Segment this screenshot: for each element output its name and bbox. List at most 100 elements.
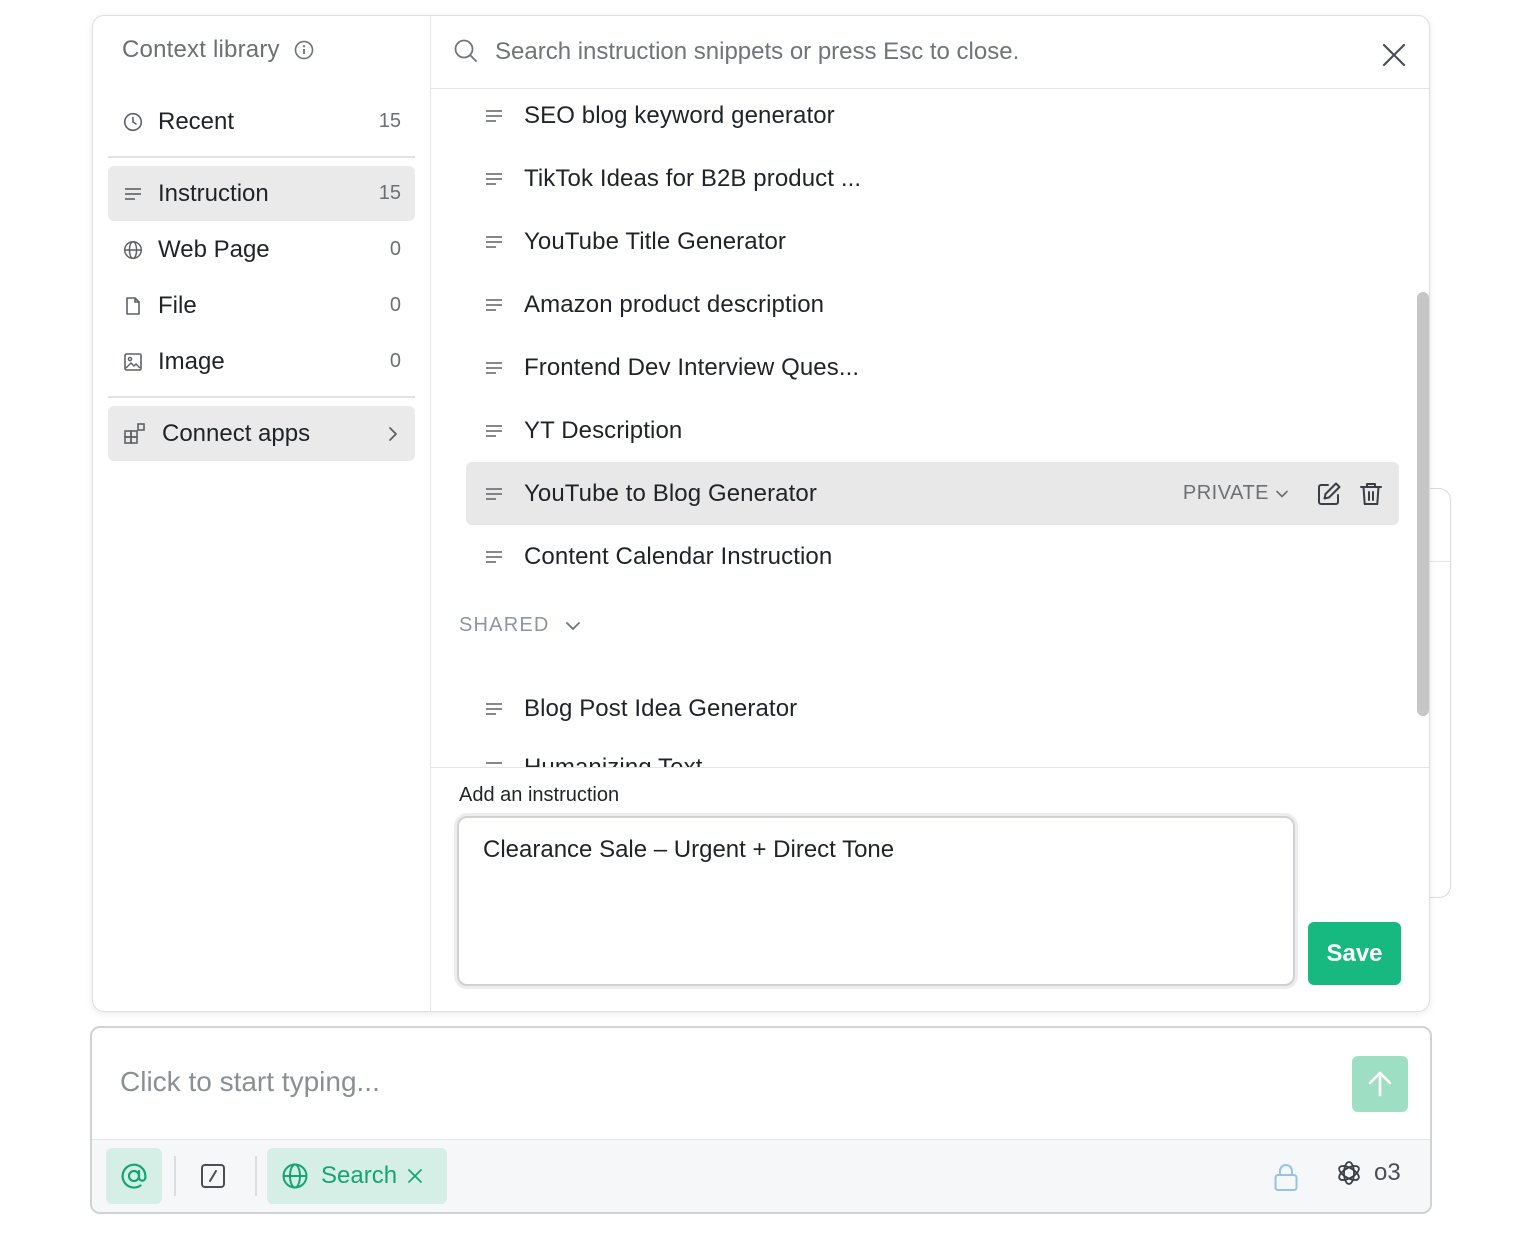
file-icon xyxy=(122,295,144,317)
model-selector[interactable]: o3 xyxy=(1334,1158,1401,1188)
list-item[interactable]: Frontend Dev Interview Ques... xyxy=(466,336,1399,399)
toolbar-divider xyxy=(174,1156,176,1196)
connect-apps-button[interactable]: Connect apps xyxy=(108,406,415,461)
instruction-list: SEO blog keyword generator TikTok Ideas … xyxy=(431,88,1429,767)
list-item-label: YouTube to Blog Generator xyxy=(524,479,817,507)
sidebar-item-count: 0 xyxy=(389,294,401,316)
instruction-panel: SEO blog keyword generator TikTok Ideas … xyxy=(431,16,1429,1011)
context-library-popup: Context library Recent 15 Instruction 15 xyxy=(92,15,1430,1012)
chat-composer: Click to start typing... Search o3 xyxy=(90,1026,1432,1214)
chevron-down-icon xyxy=(564,617,582,635)
lines-icon xyxy=(484,758,504,767)
search-chip-label: Search xyxy=(321,1162,398,1189)
sidebar-item-count: 0 xyxy=(389,238,401,260)
list-item-label: Humanizing Text xyxy=(524,753,703,768)
shared-section-label: SHARED xyxy=(459,614,550,636)
sidebar-item-image[interactable]: Image 0 xyxy=(108,334,415,389)
visibility-dropdown[interactable]: PRIVATE xyxy=(1183,482,1289,505)
list-item[interactable]: YouTube Title Generator xyxy=(466,210,1399,273)
at-icon xyxy=(119,1161,149,1191)
slash-command-icon[interactable] xyxy=(198,1161,228,1191)
list-item[interactable]: Content Calendar Instruction xyxy=(466,525,1399,588)
lines-icon xyxy=(484,484,504,504)
list-item[interactable]: SEO blog keyword generator xyxy=(466,88,1399,147)
lines-icon xyxy=(484,106,504,126)
sidebar: Context library Recent 15 Instruction 15 xyxy=(93,16,431,1011)
list-item-hovered[interactable]: YouTube to Blog Generator PRIVATE xyxy=(466,462,1399,525)
close-icon[interactable] xyxy=(407,1168,423,1184)
list-item[interactable]: YT Description xyxy=(466,399,1399,462)
save-button[interactable]: Save xyxy=(1308,922,1401,985)
list-item[interactable]: Amazon product description xyxy=(466,273,1399,336)
scrollbar[interactable] xyxy=(1415,292,1429,716)
sidebar-divider xyxy=(108,396,415,398)
sidebar-title-text: Context library xyxy=(122,36,280,63)
sidebar-title: Context library xyxy=(122,36,314,64)
scrollbar-thumb[interactable] xyxy=(1417,292,1429,716)
lines-icon xyxy=(122,183,144,205)
chevron-down-icon xyxy=(1275,487,1289,501)
lines-icon xyxy=(484,358,504,378)
visibility-label: PRIVATE xyxy=(1182,482,1269,504)
search-input[interactable] xyxy=(495,34,1275,70)
composer-toolbar: Search o3 xyxy=(92,1139,1430,1212)
clock-icon xyxy=(122,111,144,133)
apps-grid-icon xyxy=(122,421,148,447)
sidebar-item-count: 15 xyxy=(378,110,401,132)
image-icon xyxy=(122,351,144,373)
sidebar-item-count: 0 xyxy=(389,350,401,372)
sidebar-item-file[interactable]: File 0 xyxy=(108,278,415,333)
globe-icon xyxy=(281,1162,309,1190)
edit-icon[interactable] xyxy=(1315,480,1343,508)
sidebar-item-label: Recent xyxy=(158,107,235,135)
search-icon xyxy=(453,38,479,64)
search-chip[interactable]: Search xyxy=(267,1148,447,1204)
list-item[interactable]: Blog Post Idea Generator xyxy=(466,677,1399,740)
toolbar-divider xyxy=(255,1156,257,1196)
shared-section-toggle[interactable]: SHARED xyxy=(459,614,582,637)
add-instruction-area: Add an instruction Clearance Sale – Urge… xyxy=(431,767,1429,1011)
connect-apps-label: Connect apps xyxy=(162,419,311,447)
lines-icon xyxy=(484,421,504,441)
arrow-up-icon xyxy=(1366,1070,1394,1098)
sidebar-item-label: Image xyxy=(158,347,225,375)
list-item[interactable]: Humanizing Text xyxy=(466,736,1399,767)
lines-icon xyxy=(484,232,504,252)
list-item-label: YouTube Title Generator xyxy=(524,227,787,255)
composer-input[interactable]: Click to start typing... xyxy=(120,1066,380,1098)
sidebar-item-web-page[interactable]: Web Page 0 xyxy=(108,222,415,277)
lines-icon xyxy=(484,547,504,567)
close-icon[interactable] xyxy=(1381,42,1407,68)
list-item-label: Amazon product description xyxy=(524,290,825,318)
list-item-label: SEO blog keyword generator xyxy=(524,101,835,129)
mention-button[interactable] xyxy=(106,1148,162,1204)
globe-icon xyxy=(122,239,144,261)
sidebar-item-label: Web Page xyxy=(158,235,270,263)
sidebar-item-instruction[interactable]: Instruction 15 xyxy=(108,166,415,221)
chevron-right-icon xyxy=(385,426,401,442)
sidebar-item-recent[interactable]: Recent 15 xyxy=(108,94,415,149)
list-item[interactable]: TikTok Ideas for B2B product ... xyxy=(466,147,1399,210)
list-item-label: Frontend Dev Interview Ques... xyxy=(524,353,860,381)
list-item-label: Content Calendar Instruction xyxy=(524,542,833,570)
sidebar-divider xyxy=(108,156,415,158)
search-bar xyxy=(431,16,1429,89)
lines-icon xyxy=(484,699,504,719)
sidebar-item-label: Instruction xyxy=(158,179,269,207)
list-item-label: TikTok Ideas for B2B product ... xyxy=(524,164,862,192)
instruction-textarea[interactable]: Clearance Sale – Urgent + Direct Tone xyxy=(457,816,1295,986)
openai-icon xyxy=(1334,1158,1364,1188)
lines-icon xyxy=(484,169,504,189)
model-label: o3 xyxy=(1374,1159,1401,1186)
instruction-textarea-value: Clearance Sale – Urgent + Direct Tone xyxy=(483,836,895,863)
add-instruction-label: Add an instruction xyxy=(459,784,620,806)
send-button[interactable] xyxy=(1352,1056,1408,1112)
list-item-label: YT Description xyxy=(524,416,683,444)
info-icon[interactable] xyxy=(294,40,314,60)
list-item-label: Blog Post Idea Generator xyxy=(524,694,798,722)
sidebar-item-count: 15 xyxy=(378,182,401,204)
sidebar-item-label: File xyxy=(158,291,197,319)
trash-icon[interactable] xyxy=(1357,480,1385,508)
lock-icon[interactable] xyxy=(1272,1162,1300,1192)
lines-icon xyxy=(484,295,504,315)
